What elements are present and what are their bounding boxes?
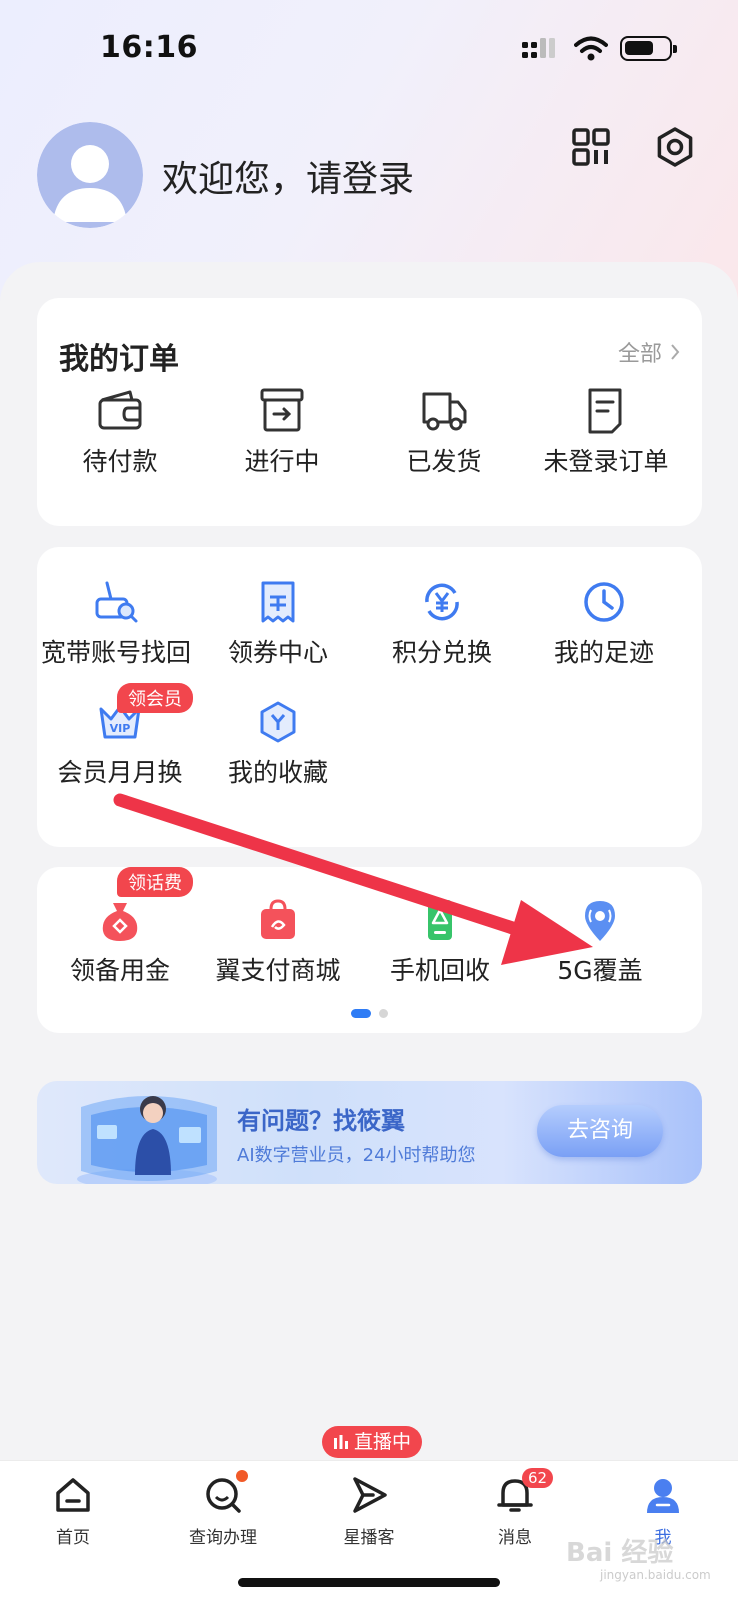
tool-my-footprints[interactable]: 我的足迹 bbox=[521, 579, 687, 669]
bar-chart-icon bbox=[334, 1435, 348, 1449]
router-search-icon bbox=[95, 581, 138, 623]
money-bag-icon bbox=[102, 903, 138, 941]
pager-dots bbox=[37, 1009, 702, 1018]
5g-location-icon bbox=[585, 901, 615, 941]
notification-dot bbox=[236, 1470, 248, 1482]
play-send-icon bbox=[353, 1477, 387, 1513]
search-service-icon bbox=[206, 1478, 241, 1513]
coupon-icon bbox=[261, 581, 295, 623]
ai-assistant-illustration bbox=[77, 1096, 217, 1184]
message-count-badge: 62 bbox=[522, 1468, 554, 1488]
banner-subtitle: AI数字营业员，24小时帮助您 bbox=[237, 1145, 476, 1166]
tools-card: 宽带账号找回 领券中心 积分兑换 我的足迹 VIP 会员月月换 领会员 我的收藏 bbox=[37, 547, 702, 847]
wifi-icon bbox=[574, 36, 608, 61]
battery-icon bbox=[620, 36, 677, 61]
order-item-label: 未登录订单 bbox=[543, 447, 669, 476]
yen-exchange-icon bbox=[425, 583, 459, 621]
login-prompt[interactable]: 欢迎您，请登录 bbox=[162, 150, 414, 202]
live-badge[interactable]: 直播中 bbox=[322, 1426, 423, 1458]
tool-label: 我的收藏 bbox=[227, 758, 328, 787]
gear-icon[interactable] bbox=[654, 126, 696, 168]
live-label: 直播中 bbox=[354, 1431, 412, 1453]
clock-icon bbox=[584, 582, 624, 622]
home-icon bbox=[56, 1478, 90, 1512]
order-item-label: 待付款 bbox=[82, 447, 158, 476]
see-all-orders-link[interactable]: 全部 bbox=[618, 336, 680, 368]
chevron-right-icon bbox=[671, 344, 680, 360]
tool-coupon-center[interactable]: 领券中心 bbox=[195, 579, 361, 669]
consult-button[interactable]: 去咨询 bbox=[537, 1105, 663, 1157]
order-item-pending-payment[interactable]: 待付款 bbox=[37, 386, 203, 478]
box-arrow-icon bbox=[260, 388, 304, 432]
phone-recycle-icon bbox=[428, 900, 452, 940]
pager-dot-active[interactable] bbox=[351, 1009, 371, 1018]
qr-code-icon[interactable] bbox=[572, 128, 610, 166]
tab-label: 查询办理 bbox=[189, 1528, 257, 1548]
status-bar: 16:16 bbox=[0, 0, 738, 100]
see-all-label: 全部 bbox=[617, 342, 662, 367]
banner-title: 有问题？找筱翼 bbox=[237, 1107, 405, 1135]
avatar[interactable] bbox=[37, 122, 143, 228]
orders-card: 我的订单 全部 待付款 进行中 已发货 未登录订单 bbox=[37, 298, 702, 526]
tool-broadband-recovery[interactable]: 宽带账号找回 bbox=[33, 579, 199, 669]
status-time: 16:16 bbox=[100, 30, 198, 65]
order-item-label: 已发货 bbox=[406, 447, 482, 476]
tab-star-broadcast[interactable]: 星播客 bbox=[314, 1475, 424, 1548]
order-item-guest-orders[interactable]: 未登录订单 bbox=[523, 386, 689, 478]
user-icon bbox=[647, 1479, 679, 1513]
service-bestpay-mall[interactable]: 翼支付商城 bbox=[195, 897, 361, 987]
service-label: 领备用金 bbox=[69, 956, 170, 985]
tab-label: 消息 bbox=[498, 1528, 532, 1548]
service-phone-recycle[interactable]: 手机回收 bbox=[357, 897, 523, 987]
favorite-hex-icon bbox=[260, 701, 296, 743]
tool-label: 会员月月换 bbox=[57, 758, 183, 787]
tab-messages[interactable]: 消息 bbox=[460, 1475, 570, 1548]
watermark-url: jingyan.baidu.com bbox=[600, 1568, 711, 1582]
home-indicator[interactable] bbox=[238, 1578, 500, 1587]
order-item-label: 进行中 bbox=[244, 447, 320, 476]
tab-label: 首页 bbox=[56, 1528, 90, 1548]
truck-icon bbox=[422, 392, 467, 431]
tab-label: 星播客 bbox=[343, 1528, 395, 1548]
member-promo-badge: 领会员 bbox=[117, 683, 193, 713]
tool-label: 领券中心 bbox=[227, 638, 328, 667]
ai-assistant-banner[interactable]: 有问题？找筱翼 AI数字营业员，24小时帮助您 去咨询 bbox=[37, 1081, 702, 1184]
shopping-bag-icon bbox=[261, 899, 295, 939]
service-reserve-fund[interactable]: 领备用金 bbox=[37, 897, 203, 987]
tab-home[interactable]: 首页 bbox=[18, 1475, 128, 1548]
tab-query-service[interactable]: 查询办理 bbox=[168, 1475, 278, 1548]
phone-credit-badge: 领话费 bbox=[117, 867, 193, 897]
tool-label: 我的足迹 bbox=[553, 638, 654, 667]
cellular-signal-icon bbox=[522, 38, 555, 58]
tool-label: 积分兑换 bbox=[391, 638, 492, 667]
tool-my-favorites[interactable]: 我的收藏 bbox=[195, 699, 361, 789]
watermark: Bai 经验 bbox=[566, 1538, 674, 1568]
order-item-shipped[interactable]: 已发货 bbox=[361, 386, 527, 478]
svg-text:VIP: VIP bbox=[110, 722, 131, 735]
service-label: 手机回收 bbox=[389, 956, 490, 985]
tool-label: 宽带账号找回 bbox=[40, 638, 191, 667]
wallet-icon bbox=[98, 390, 142, 430]
service-label: 翼支付商城 bbox=[215, 956, 341, 985]
service-label: 5G覆盖 bbox=[557, 956, 643, 985]
orders-title: 我的订单 bbox=[59, 342, 179, 377]
service-5g-coverage[interactable]: 5G覆盖 bbox=[517, 897, 683, 987]
order-item-in-progress[interactable]: 进行中 bbox=[199, 386, 365, 478]
pager-dot[interactable] bbox=[379, 1009, 388, 1018]
more-services-card: 领备用金 领话费 翼支付商城 手机回收 5G覆盖 bbox=[37, 867, 702, 1033]
tool-points-exchange[interactable]: 积分兑换 bbox=[359, 579, 525, 669]
receipt-icon bbox=[588, 388, 622, 434]
